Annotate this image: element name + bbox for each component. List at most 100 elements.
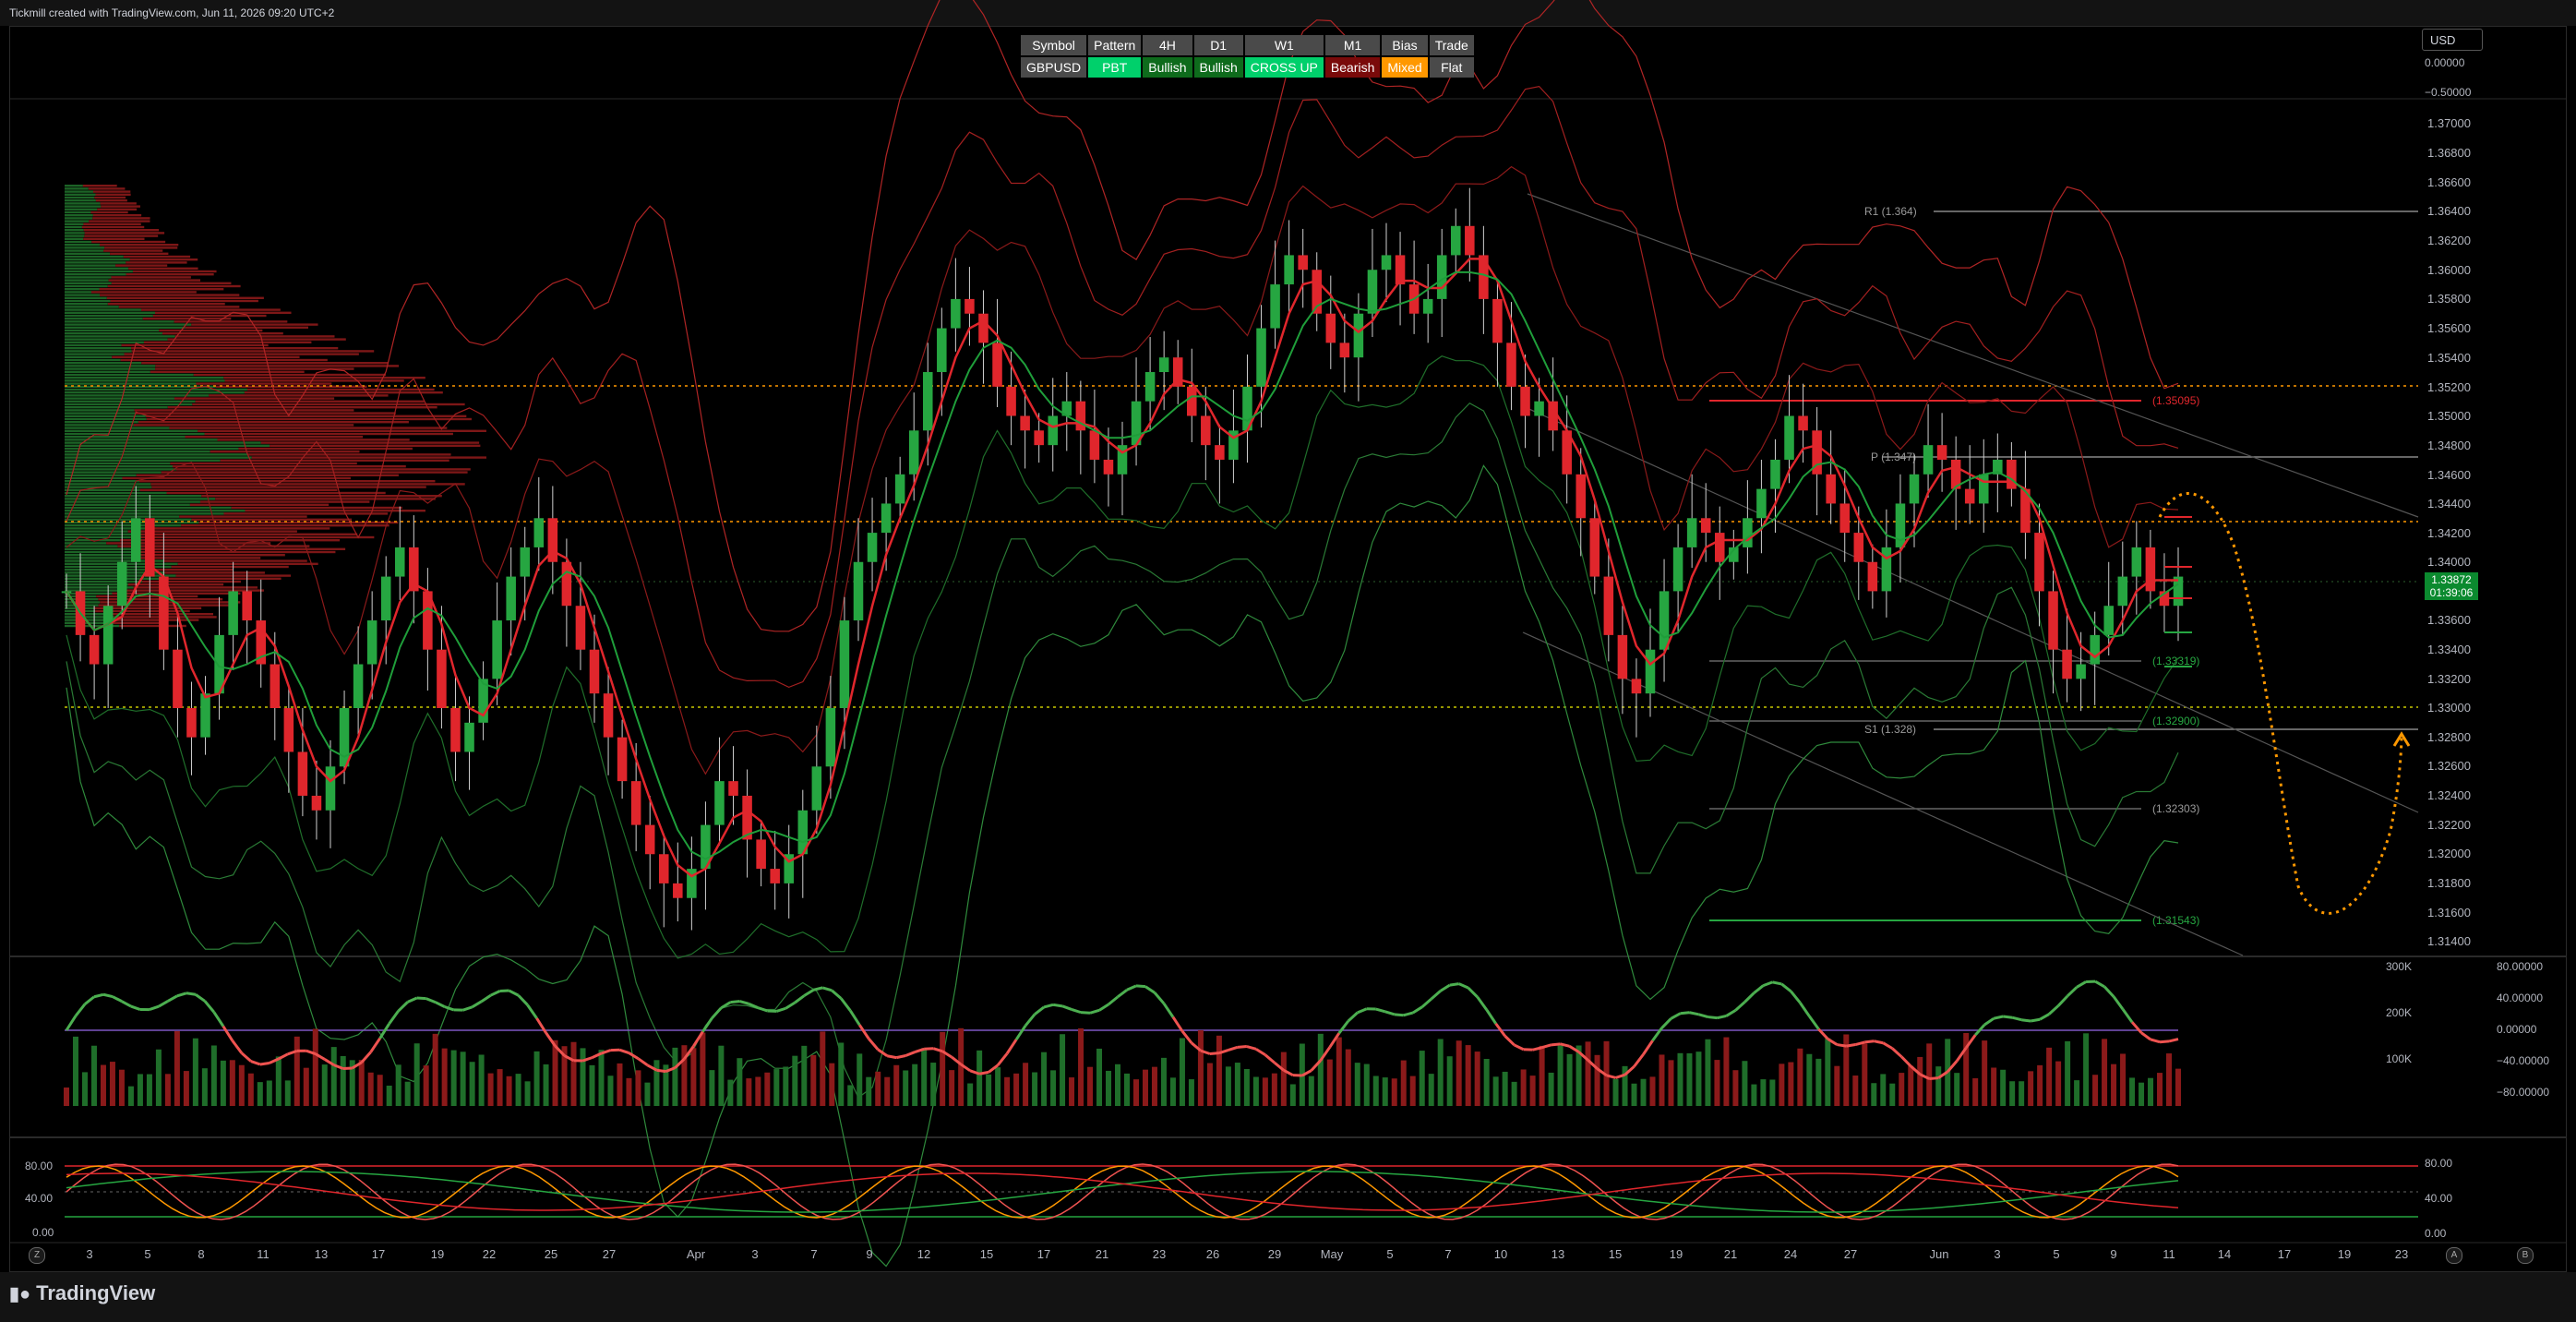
volume-profile-bar: [84, 234, 159, 237]
volume-bar: [1539, 1045, 1545, 1106]
osc1-axis: 80.00000 40.00000 0.00000 −40.00000 −80.…: [2497, 960, 2549, 1099]
volume-profile-bar: [127, 583, 224, 586]
candle-body: [2117, 576, 2128, 607]
osc1-segment: [1024, 1013, 1036, 1027]
volume-profile-bar: [65, 358, 121, 362]
volume-bar: [1023, 1063, 1029, 1106]
volume-profile-bar: [215, 498, 436, 500]
scale-z-button[interactable]: Z: [29, 1247, 45, 1264]
volume-profile-bar: [65, 451, 210, 453]
volume-bar: [1225, 1066, 1231, 1106]
volume-profile-bar: [270, 444, 481, 447]
osc1-segment: [1799, 1002, 1811, 1017]
volume-profile-bar: [161, 471, 468, 474]
osc1-segment: [1061, 1004, 1072, 1011]
price-axis-label: 1.36000: [2427, 263, 2471, 277]
last-price-tag: 1.33872 01:39:06: [2425, 572, 2478, 600]
time-axis-label: 11: [2163, 1247, 2175, 1261]
volume-bar: [1788, 1062, 1794, 1106]
osc1-segment: [895, 1054, 906, 1060]
volume-profile-bar: [174, 397, 335, 400]
volume-bar: [1954, 1073, 1960, 1106]
candle-body: [1186, 386, 1197, 416]
volume-profile-bar: [139, 488, 338, 491]
volume-profile-bar: [65, 255, 124, 258]
price-axis-label: 1.35000: [2427, 409, 2471, 423]
price-axis-label: 1.32400: [2427, 788, 2471, 802]
volume-bar: [432, 1033, 438, 1106]
time-axis-label: 17: [372, 1247, 385, 1261]
volume-bar: [1779, 1064, 1785, 1106]
osc1-segment: [978, 1070, 989, 1076]
volume-profile-bar: [65, 326, 186, 329]
candle-body: [1256, 328, 1266, 387]
scale-b-button[interactable]: B: [2517, 1247, 2534, 1264]
osc1-segment: [74, 1003, 87, 1017]
volume-bar: [2120, 1053, 2127, 1106]
volume-profile-bar: [65, 592, 113, 595]
volume-profile-bar: [65, 580, 142, 583]
volume-bar: [2055, 1061, 2062, 1106]
volume-profile-bar: [65, 569, 149, 571]
osc1-segment: [848, 1009, 861, 1027]
candle-body: [437, 649, 447, 708]
volume-profile-bar: [65, 220, 90, 222]
volume-bar: [312, 1028, 318, 1106]
volume-profile-bar: [65, 436, 186, 439]
volume-profile-bar: [143, 341, 312, 343]
candle-body: [714, 781, 725, 825]
volume-bar: [1252, 1076, 1259, 1106]
osc1-segment: [1485, 1008, 1497, 1025]
volume-profile-bar: [89, 220, 150, 222]
candle-body: [756, 839, 766, 870]
chart-canvas[interactable]: R1 (1.364) P (1.347) S1 (1.328) (1.35095…: [0, 0, 2576, 1272]
volume-profile-bar: [65, 329, 160, 332]
osc1-segment: [2039, 1013, 2050, 1021]
osc1-segment: [130, 1004, 141, 1011]
candle-body: [1381, 255, 1392, 270]
osc1-segment: [2150, 1038, 2161, 1044]
candle-body: [1158, 357, 1169, 373]
volume-bar: [838, 1042, 845, 1106]
osc1-segment: [1780, 982, 1792, 992]
time-axis-label: 13: [315, 1247, 328, 1261]
candles: [61, 187, 2184, 931]
volume-profile-bar: [100, 202, 137, 205]
volume-profile-bar: [65, 462, 171, 465]
time-axis-label: 25: [545, 1247, 557, 1261]
volume-bar: [2148, 1077, 2154, 1106]
volume-bar: [1216, 1035, 1222, 1106]
scale-a-button[interactable]: A: [2446, 1247, 2462, 1264]
volume-bar: [2157, 1073, 2163, 1106]
volume-profile-bar: [65, 409, 135, 412]
volume-profile-bar: [103, 249, 163, 252]
candle-body: [1936, 445, 1947, 460]
candle-body: [1048, 415, 1059, 446]
volume-bar: [1106, 1070, 1112, 1106]
volume-bar: [1760, 1079, 1767, 1106]
volume-bar: [746, 1078, 752, 1106]
candle-body: [450, 708, 461, 752]
currency-selector[interactable]: USD: [2422, 29, 2483, 51]
time-axis-label: 7: [810, 1247, 817, 1261]
volume-profile-bar: [65, 187, 89, 190]
volume-bar: [1400, 1060, 1407, 1106]
osc1-segment: [121, 1000, 132, 1008]
volume-profile-bar: [210, 451, 360, 453]
candle-body: [394, 547, 405, 577]
volume-bar: [284, 1080, 291, 1106]
osc1-segment: [2112, 995, 2125, 1011]
tradingview-logo[interactable]: ▮● TradingView: [9, 1281, 155, 1305]
candle-body: [1103, 459, 1114, 475]
volume-profile-bar: [132, 270, 217, 273]
volume-bar: [2019, 1081, 2025, 1106]
volume-bar: [450, 1050, 457, 1106]
volume-profile-bar: [83, 237, 145, 240]
volume-bar: [1566, 1053, 1573, 1106]
volume-bar: [755, 1076, 761, 1106]
candle-body: [1270, 284, 1280, 329]
volume-bar: [737, 1058, 743, 1106]
volume-bar: [1649, 1076, 1656, 1106]
price-axis-label: 1.31400: [2427, 934, 2471, 948]
volume-profile-bar: [65, 303, 108, 306]
